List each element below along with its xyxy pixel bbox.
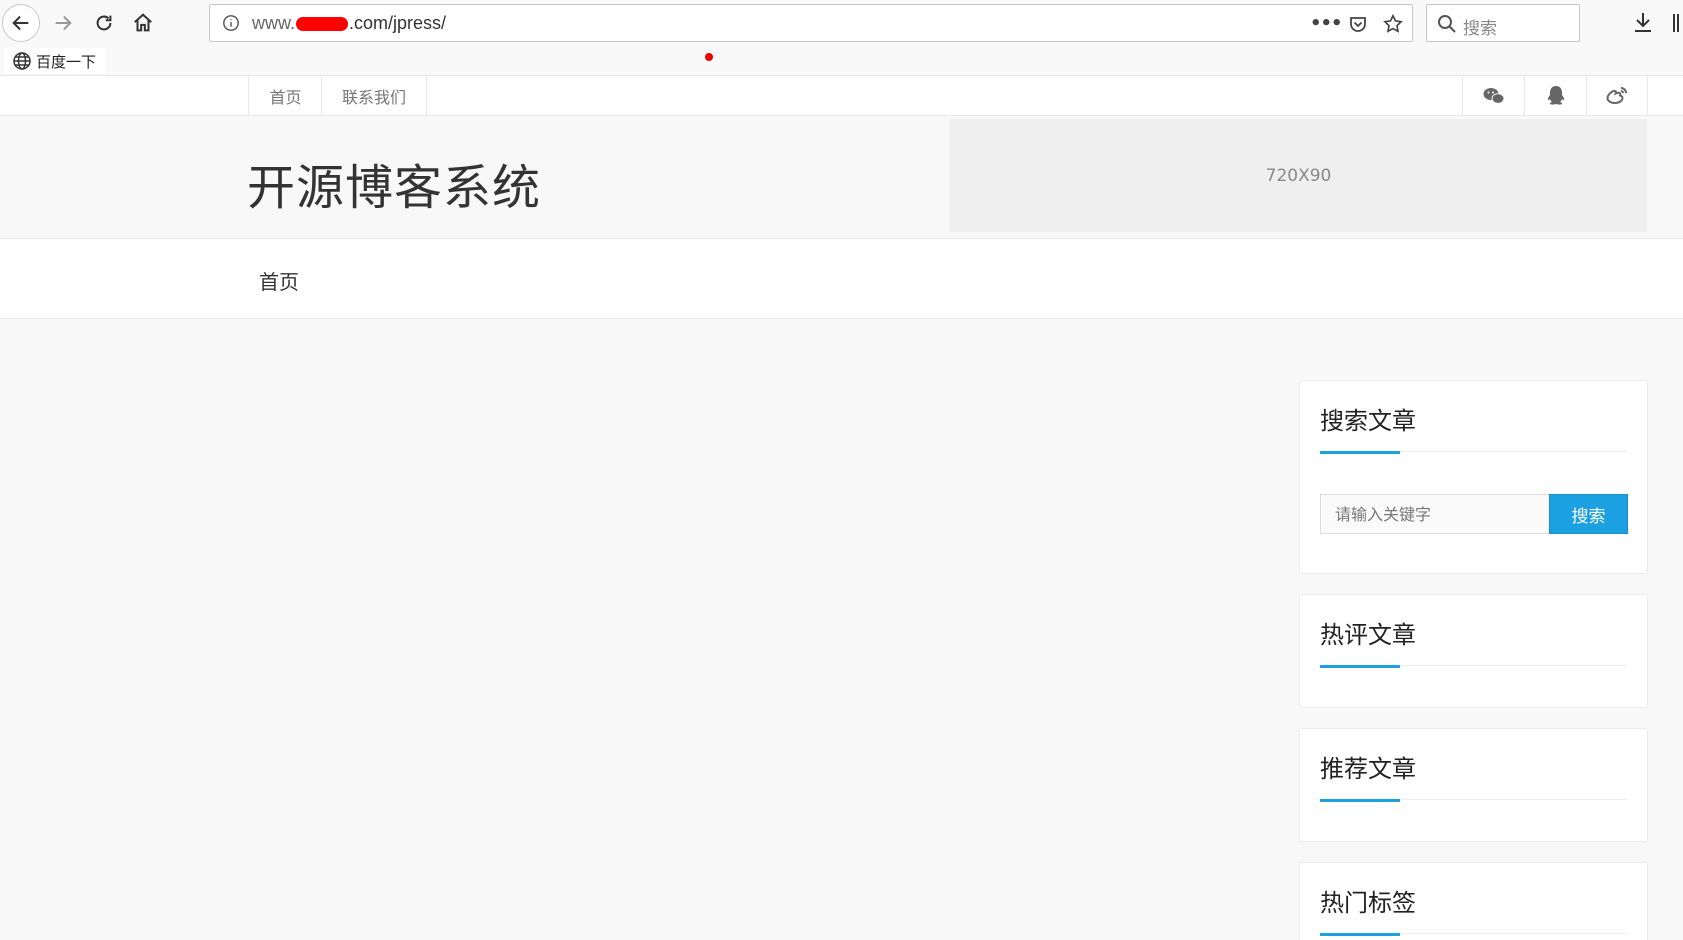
weibo-link[interactable] bbox=[1586, 76, 1648, 116]
url-bar[interactable]: www. .com/jpress/ ••• bbox=[209, 4, 1413, 42]
main-nav: 首页 bbox=[0, 239, 1683, 319]
site-title[interactable]: 开源博客系统 bbox=[247, 148, 541, 218]
widget-accent-bar bbox=[1320, 665, 1400, 668]
widget-accent-bar bbox=[1320, 451, 1400, 454]
bookmark-baidu[interactable]: 百度一下 bbox=[4, 48, 107, 74]
wechat-link[interactable] bbox=[1462, 76, 1524, 116]
arrow-right-icon bbox=[55, 15, 72, 31]
globe-icon bbox=[13, 52, 31, 70]
forward-button[interactable] bbox=[44, 4, 82, 42]
ad-banner[interactable]: 720X90 bbox=[950, 119, 1647, 232]
widget-title: 热评文章 bbox=[1320, 621, 1416, 649]
reload-icon bbox=[96, 15, 112, 31]
widget-title: 热门标签 bbox=[1320, 889, 1416, 917]
search-button[interactable]: 搜索 bbox=[1549, 494, 1628, 534]
weibo-icon bbox=[1606, 87, 1627, 105]
site-header: 开源博客系统 720X90 bbox=[0, 116, 1683, 239]
browser-search-placeholder: 搜索 bbox=[1463, 19, 1497, 39]
hot-tags-widget: 热门标签 bbox=[1299, 862, 1648, 940]
pocket-icon[interactable] bbox=[1348, 14, 1368, 34]
redaction-mark bbox=[296, 17, 349, 32]
topnav-home-link[interactable]: 首页 bbox=[248, 76, 322, 116]
home-button[interactable] bbox=[124, 4, 162, 42]
info-icon[interactable] bbox=[222, 14, 240, 32]
reload-button[interactable] bbox=[85, 4, 123, 42]
site-top-nav: 首页 联系我们 bbox=[0, 76, 1683, 116]
browser-search-box[interactable]: 搜索 bbox=[1426, 4, 1580, 42]
arrow-left-icon bbox=[12, 15, 29, 31]
download-icon[interactable] bbox=[1631, 10, 1655, 34]
qq-icon bbox=[1547, 86, 1564, 105]
ad-size-label: 720X90 bbox=[1265, 165, 1332, 186]
topnav-contact-link[interactable]: 联系我们 bbox=[321, 76, 427, 116]
search-icon bbox=[1438, 15, 1456, 33]
url-prefix: www. bbox=[252, 13, 296, 33]
search-articles-widget: 搜索文章 搜索 bbox=[1299, 380, 1648, 574]
annotation-dot bbox=[705, 53, 713, 61]
wechat-icon bbox=[1483, 88, 1504, 104]
main-nav-home-link[interactable]: 首页 bbox=[259, 266, 299, 295]
back-button[interactable] bbox=[2, 4, 40, 42]
recommended-articles-widget: 推荐文章 bbox=[1299, 728, 1648, 842]
bookmarks-bar: 百度一下 bbox=[0, 46, 1683, 76]
url-text[interactable]: www. .com/jpress/ bbox=[252, 13, 446, 34]
widget-accent-bar bbox=[1320, 799, 1400, 802]
home-icon bbox=[134, 13, 152, 32]
bookmark-label: 百度一下 bbox=[36, 52, 97, 71]
keyword-search-input[interactable] bbox=[1320, 494, 1550, 534]
url-suffix: .com/jpress/ bbox=[349, 13, 447, 33]
widget-title: 推荐文章 bbox=[1320, 755, 1416, 783]
qq-link[interactable] bbox=[1524, 76, 1586, 116]
widget-title: 搜索文章 bbox=[1320, 407, 1416, 435]
more-actions-icon[interactable]: ••• bbox=[1310, 13, 1343, 34]
library-icon[interactable] bbox=[1672, 12, 1683, 34]
star-icon[interactable] bbox=[1382, 13, 1404, 35]
hot-comments-widget: 热评文章 bbox=[1299, 594, 1648, 708]
widget-accent-bar bbox=[1320, 933, 1400, 936]
browser-toolbar: www. .com/jpress/ ••• 搜索 bbox=[0, 0, 1683, 46]
